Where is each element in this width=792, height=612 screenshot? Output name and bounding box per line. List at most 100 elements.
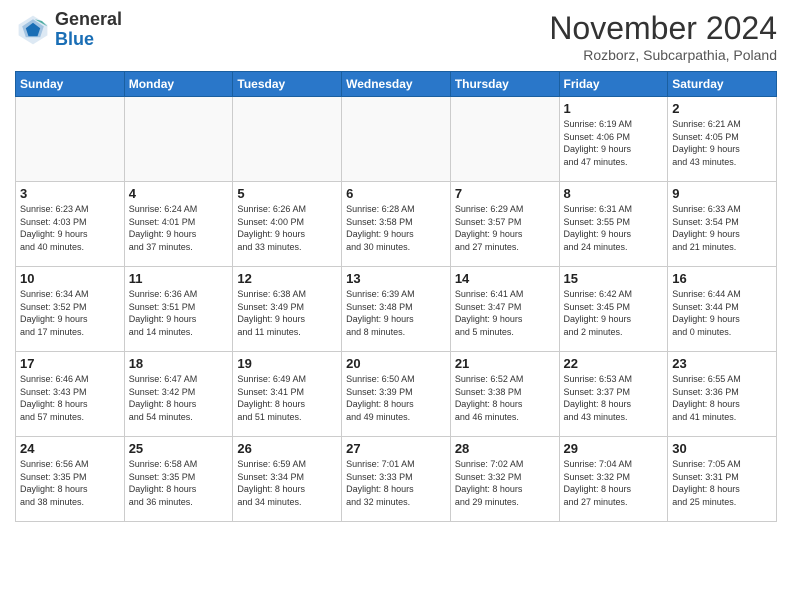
day-number: 25: [129, 441, 229, 456]
day-info: Sunrise: 6:21 AM Sunset: 4:05 PM Dayligh…: [672, 118, 772, 168]
calendar-cell: 22Sunrise: 6:53 AM Sunset: 3:37 PM Dayli…: [559, 352, 668, 437]
day-number: 8: [564, 186, 664, 201]
calendar-cell: 29Sunrise: 7:04 AM Sunset: 3:32 PM Dayli…: [559, 437, 668, 522]
logo: General Blue: [15, 10, 122, 50]
day-number: 28: [455, 441, 555, 456]
calendar-cell: 13 Sunrise: 6:39 AM Sunset: 3:48 PM Dayli…: [342, 267, 451, 352]
day-info: Sunrise: 6:23 AM Sunset: 4:03 PM Dayligh…: [20, 203, 120, 253]
day-info: Sunrise: 6:33 AM Sunset: 3:54 PM Dayligh…: [672, 203, 772, 253]
calendar-cell: 21Sunrise: 6:52 AM Sunset: 3:38 PM Dayli…: [450, 352, 559, 437]
day-info: Sunrise: 6:44 AM Sunset: 3:44 PM Dayligh…: [672, 288, 772, 338]
day-info: Sunrise: 6:34 AM Sunset: 3:52 PM Dayligh…: [20, 288, 120, 338]
weekday-header-tuesday: Tuesday: [233, 72, 342, 97]
day-number: 5: [237, 186, 337, 201]
day-number: 3: [20, 186, 120, 201]
day-info: Sunrise: 6:59 AM Sunset: 3:34 PM Dayligh…: [237, 458, 337, 508]
day-number: 23: [672, 356, 772, 371]
logo-text: General Blue: [55, 10, 122, 50]
day-info: Sunrise: 6:28 AM Sunset: 3:58 PM Dayligh…: [346, 203, 446, 253]
day-number: 7: [455, 186, 555, 201]
calendar-cell: 24 Sunrise: 6:56 AM Sunset: 3:35 PM Dayli…: [16, 437, 125, 522]
day-info: Sunrise: 6:42 AM Sunset: 3:45 PM Dayligh…: [564, 288, 664, 338]
day-info: Sunrise: 6:46 AM Sunset: 3:43 PM Dayligh…: [20, 373, 120, 423]
calendar-cell: [124, 97, 233, 182]
day-number: 20: [346, 356, 446, 371]
calendar-cell: 15 Sunrise: 6:42 AM Sunset: 3:45 PM Dayli…: [559, 267, 668, 352]
page: General Blue November 2024 Rozborz, Subc…: [0, 0, 792, 532]
calendar-week-5: 24 Sunrise: 6:56 AM Sunset: 3:35 PM Dayli…: [16, 437, 777, 522]
calendar-cell: 14 Sunrise: 6:41 AM Sunset: 3:47 PM Dayli…: [450, 267, 559, 352]
day-info: Sunrise: 6:26 AM Sunset: 4:00 PM Dayligh…: [237, 203, 337, 253]
calendar-cell: 7 Sunrise: 6:29 AM Sunset: 3:57 PM Daylig…: [450, 182, 559, 267]
logo-blue: Blue: [55, 29, 94, 49]
day-number: 19: [237, 356, 337, 371]
day-number: 15: [564, 271, 664, 286]
day-number: 14: [455, 271, 555, 286]
calendar-week-2: 3 Sunrise: 6:23 AM Sunset: 4:03 PM Daylig…: [16, 182, 777, 267]
calendar-cell: 18 Sunrise: 6:47 AM Sunset: 3:42 PM Dayli…: [124, 352, 233, 437]
month-title: November 2024: [549, 10, 777, 47]
weekday-header-wednesday: Wednesday: [342, 72, 451, 97]
day-number: 12: [237, 271, 337, 286]
day-number: 13: [346, 271, 446, 286]
calendar-cell: 11Sunrise: 6:36 AM Sunset: 3:51 PM Dayli…: [124, 267, 233, 352]
calendar-cell: 20Sunrise: 6:50 AM Sunset: 3:39 PM Dayli…: [342, 352, 451, 437]
calendar-cell: 25 Sunrise: 6:58 AM Sunset: 3:35 PM Dayli…: [124, 437, 233, 522]
day-number: 24: [20, 441, 120, 456]
day-number: 21: [455, 356, 555, 371]
day-info: Sunrise: 7:05 AM Sunset: 3:31 PM Dayligh…: [672, 458, 772, 508]
calendar-cell: 2 Sunrise: 6:21 AM Sunset: 4:05 PM Daylig…: [668, 97, 777, 182]
location-subtitle: Rozborz, Subcarpathia, Poland: [549, 47, 777, 63]
title-block: November 2024 Rozborz, Subcarpathia, Pol…: [549, 10, 777, 63]
weekday-header-monday: Monday: [124, 72, 233, 97]
day-number: 10: [20, 271, 120, 286]
weekday-header-thursday: Thursday: [450, 72, 559, 97]
day-info: Sunrise: 7:04 AM Sunset: 3:32 PM Dayligh…: [564, 458, 664, 508]
day-number: 27: [346, 441, 446, 456]
day-number: 18: [129, 356, 229, 371]
calendar-cell: 23 Sunrise: 6:55 AM Sunset: 3:36 PM Dayli…: [668, 352, 777, 437]
day-number: 17: [20, 356, 120, 371]
day-info: Sunrise: 6:58 AM Sunset: 3:35 PM Dayligh…: [129, 458, 229, 508]
day-number: 26: [237, 441, 337, 456]
calendar-cell: 4 Sunrise: 6:24 AM Sunset: 4:01 PM Daylig…: [124, 182, 233, 267]
day-info: Sunrise: 6:29 AM Sunset: 3:57 PM Dayligh…: [455, 203, 555, 253]
calendar-cell: 6Sunrise: 6:28 AM Sunset: 3:58 PM Daylig…: [342, 182, 451, 267]
day-number: 16: [672, 271, 772, 286]
weekday-header-row: SundayMondayTuesdayWednesdayThursdayFrid…: [16, 72, 777, 97]
day-info: Sunrise: 6:31 AM Sunset: 3:55 PM Dayligh…: [564, 203, 664, 253]
day-number: 30: [672, 441, 772, 456]
day-number: 9: [672, 186, 772, 201]
calendar-cell: 27Sunrise: 7:01 AM Sunset: 3:33 PM Dayli…: [342, 437, 451, 522]
calendar-cell: 5 Sunrise: 6:26 AM Sunset: 4:00 PM Daylig…: [233, 182, 342, 267]
calendar-cell: 3 Sunrise: 6:23 AM Sunset: 4:03 PM Daylig…: [16, 182, 125, 267]
calendar-cell: 30 Sunrise: 7:05 AM Sunset: 3:31 PM Dayli…: [668, 437, 777, 522]
day-info: Sunrise: 7:02 AM Sunset: 3:32 PM Dayligh…: [455, 458, 555, 508]
weekday-header-saturday: Saturday: [668, 72, 777, 97]
calendar-week-3: 10 Sunrise: 6:34 AM Sunset: 3:52 PM Dayli…: [16, 267, 777, 352]
day-info: Sunrise: 6:55 AM Sunset: 3:36 PM Dayligh…: [672, 373, 772, 423]
logo-icon: [15, 12, 51, 48]
day-number: 4: [129, 186, 229, 201]
day-number: 1: [564, 101, 664, 116]
logo-general: General: [55, 9, 122, 29]
calendar-cell: 26 Sunrise: 6:59 AM Sunset: 3:34 PM Dayli…: [233, 437, 342, 522]
day-info: Sunrise: 6:47 AM Sunset: 3:42 PM Dayligh…: [129, 373, 229, 423]
calendar-cell: 28 Sunrise: 7:02 AM Sunset: 3:32 PM Dayli…: [450, 437, 559, 522]
day-info: Sunrise: 6:41 AM Sunset: 3:47 PM Dayligh…: [455, 288, 555, 338]
day-info: Sunrise: 6:38 AM Sunset: 3:49 PM Dayligh…: [237, 288, 337, 338]
calendar-cell: 9 Sunrise: 6:33 AM Sunset: 3:54 PM Daylig…: [668, 182, 777, 267]
day-number: 2: [672, 101, 772, 116]
day-info: Sunrise: 6:56 AM Sunset: 3:35 PM Dayligh…: [20, 458, 120, 508]
calendar-cell: 12 Sunrise: 6:38 AM Sunset: 3:49 PM Dayli…: [233, 267, 342, 352]
calendar: SundayMondayTuesdayWednesdayThursdayFrid…: [15, 71, 777, 522]
weekday-header-sunday: Sunday: [16, 72, 125, 97]
calendar-body: 1Sunrise: 6:19 AM Sunset: 4:06 PM Daylig…: [16, 97, 777, 522]
weekday-header-friday: Friday: [559, 72, 668, 97]
day-info: Sunrise: 6:39 AM Sunset: 3:48 PM Dayligh…: [346, 288, 446, 338]
calendar-cell: [233, 97, 342, 182]
calendar-week-1: 1Sunrise: 6:19 AM Sunset: 4:06 PM Daylig…: [16, 97, 777, 182]
day-info: Sunrise: 6:24 AM Sunset: 4:01 PM Dayligh…: [129, 203, 229, 253]
calendar-cell: 1Sunrise: 6:19 AM Sunset: 4:06 PM Daylig…: [559, 97, 668, 182]
day-info: Sunrise: 6:36 AM Sunset: 3:51 PM Dayligh…: [129, 288, 229, 338]
